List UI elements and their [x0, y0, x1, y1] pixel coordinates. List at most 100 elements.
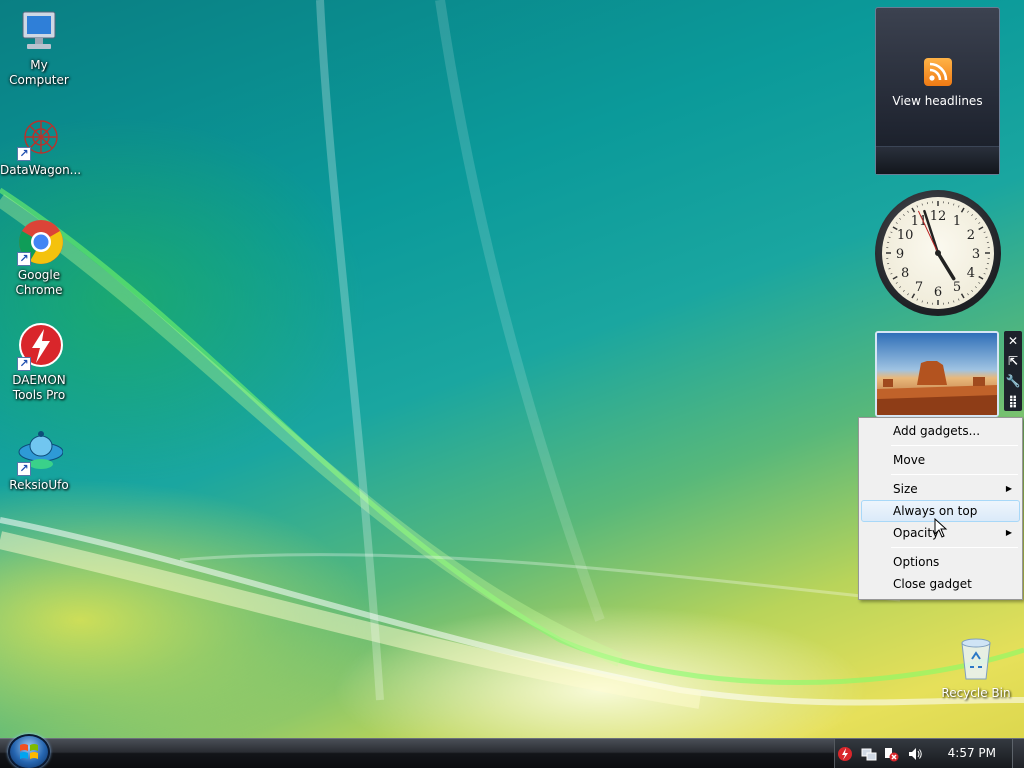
desktop-icon-label: DataWagon... — [0, 163, 82, 177]
menu-separator — [891, 474, 1018, 475]
clock-tick — [971, 214, 974, 217]
feed-headlines-gadget[interactable]: View headlines — [875, 7, 1000, 175]
clock-tick — [974, 217, 977, 220]
clock-tick — [967, 210, 969, 213]
wallpaper-streaks — [0, 0, 1024, 709]
clock-tick — [907, 210, 909, 213]
clock-number: 9 — [896, 247, 904, 262]
menu-item-label: Add gadgets... — [893, 424, 981, 438]
clock-tick — [895, 222, 898, 224]
larger-size-icon[interactable]: ⇱ — [1004, 351, 1022, 371]
menu-item-label: Size — [893, 482, 918, 496]
menu-item-label: Options — [893, 555, 940, 569]
desktop-icon-label: DAEMON Tools Pro — [12, 373, 66, 402]
clock-tick — [978, 226, 984, 231]
clock-gadget[interactable]: 12 1 2 3 4 5 6 7 8 9 10 11 — [875, 190, 1001, 316]
clock-tick — [902, 289, 905, 292]
clock-number: 5 — [953, 280, 961, 295]
clock-tick — [899, 286, 902, 289]
clock-face: 12 1 2 3 4 5 6 7 8 9 10 11 — [882, 197, 994, 309]
menu-separator — [891, 547, 1018, 548]
desktop-icon-reksioufo[interactable]: ↗ ReksioUfo — [0, 428, 78, 493]
clock-number: 12 — [930, 209, 947, 224]
clock-tick — [921, 203, 923, 206]
daemon-tray-icon[interactable] — [837, 746, 853, 762]
clock-number: 4 — [967, 266, 975, 281]
close-icon[interactable]: ✕ — [1004, 331, 1022, 351]
menu-item-label: Close gadget — [893, 577, 972, 591]
desktop-icon-label: Recycle Bin — [941, 686, 1011, 700]
shortcut-arrow-icon: ↗ — [17, 462, 31, 476]
clock-tick — [971, 289, 974, 292]
menu-separator — [891, 445, 1018, 446]
desktop-icon-my-computer[interactable]: My Computer — [0, 8, 78, 88]
menu-item-size[interactable]: Size ▶ — [861, 478, 1020, 500]
clock-number: 2 — [967, 228, 975, 243]
volume-icon[interactable] — [907, 746, 923, 762]
desktop-icon-label: ReksioUfo — [9, 478, 69, 492]
clock-tick — [907, 293, 909, 296]
desktop-icon-daemon-tools[interactable]: ↗ DAEMON Tools Pro — [0, 323, 78, 403]
windows-logo-icon — [20, 744, 38, 759]
recycle-bin-icon — [961, 638, 991, 680]
clock-tick — [892, 275, 898, 280]
gadget-controls: ✕ ⇱ 🔧 ⣿ — [1004, 331, 1022, 411]
clock-tick — [890, 273, 893, 275]
clock-tick — [985, 236, 988, 238]
drag-handle-icon[interactable]: ⣿ — [1004, 391, 1022, 411]
clock-tick — [958, 298, 960, 301]
menu-item-add-gadgets[interactable]: Add gadgets... — [861, 420, 1020, 442]
desktop-icon-label: Google Chrome — [15, 268, 63, 297]
chrome-icon: ↗ — [15, 218, 63, 266]
menu-item-label: Always on top — [893, 504, 978, 518]
show-desktop-button[interactable] — [1012, 739, 1024, 768]
menu-item-label: Move — [893, 453, 926, 467]
desktop-icon-recycle-bin[interactable]: Recycle Bin — [940, 635, 1012, 700]
view-headlines-link[interactable]: View headlines — [876, 94, 999, 108]
options-wrench-icon[interactable]: 🔧 — [1004, 371, 1022, 391]
clock-tick — [921, 300, 923, 303]
security-alert-icon[interactable] — [883, 746, 899, 762]
clock-tick — [958, 205, 960, 208]
submenu-arrow-icon: ▶ — [1005, 484, 1012, 493]
desktop-icon-label: My Computer — [9, 58, 69, 87]
menu-item-options[interactable]: Options — [861, 551, 1020, 573]
desktop-icon-datawagon[interactable]: ↗ DataWagon... — [0, 113, 82, 178]
clock-hour-hand — [936, 251, 956, 281]
shortcut-arrow-icon: ↗ — [17, 252, 31, 266]
menu-item-close-gadget[interactable]: Close gadget — [861, 573, 1020, 595]
shortcut-arrow-icon: ↗ — [17, 147, 31, 161]
clock-number: 10 — [897, 228, 914, 243]
clock-tick — [960, 293, 965, 299]
clock-tick — [895, 282, 898, 284]
computer-icon — [15, 8, 63, 56]
clock-tick — [974, 286, 977, 289]
menu-item-label: Opacity — [893, 526, 940, 540]
gadget-footer — [876, 146, 999, 174]
clock-tick — [967, 293, 969, 296]
clock-tick — [916, 205, 918, 208]
clock-tick — [953, 203, 955, 206]
clock-tick — [953, 300, 955, 303]
clock-tick — [983, 273, 986, 275]
clock-number: 7 — [915, 280, 923, 295]
rss-icon — [923, 58, 952, 86]
clock-tick — [978, 275, 984, 280]
desert-photo — [877, 333, 997, 415]
clock-tick — [960, 207, 965, 213]
start-button[interactable] — [8, 734, 50, 768]
submenu-arrow-icon: ▶ — [1005, 528, 1012, 537]
clock-tick — [888, 268, 891, 270]
slideshow-gadget[interactable] — [875, 331, 999, 417]
clock-tick — [916, 298, 918, 301]
clock-tick — [899, 217, 902, 220]
network-icon[interactable] — [861, 746, 877, 762]
clock-tick — [911, 207, 916, 213]
clock-tick — [902, 214, 905, 217]
clock-number: 3 — [972, 247, 980, 262]
clock-dial: 12 1234567891011 — [886, 201, 990, 305]
menu-item-move[interactable]: Move — [861, 449, 1020, 471]
daemon-tools-icon: ↗ — [15, 323, 63, 371]
taskbar-clock[interactable]: 4:57 PM — [948, 746, 996, 760]
desktop-icon-google-chrome[interactable]: ↗ Google Chrome — [0, 218, 78, 298]
